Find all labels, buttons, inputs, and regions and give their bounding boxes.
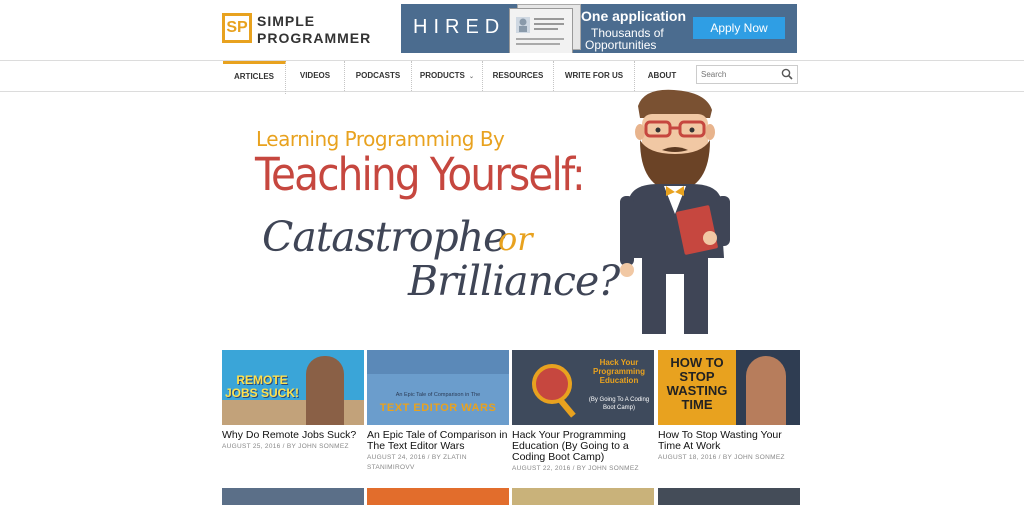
article-title[interactable]: How To Stop Wasting Your Time At Work	[658, 430, 800, 452]
thumb-subtext: An Epic Tale of Comparison in The	[395, 392, 481, 398]
nav-products[interactable]: PRODUCTS ⌄	[412, 61, 483, 91]
article-title[interactable]: Hack Your Programming Education (By Goin…	[512, 430, 654, 463]
nav-videos[interactable]: VIDEOS	[286, 61, 345, 91]
logo-text-line2: PROGRAMMER	[257, 30, 372, 46]
bearded-man-illustration	[620, 89, 730, 334]
search-box	[696, 65, 798, 84]
nav-resources[interactable]: RESOURCES	[483, 61, 554, 91]
logo-mark: SP	[222, 13, 252, 43]
article-title[interactable]: An Epic Tale of Comparison in The Text E…	[367, 430, 509, 452]
ad-subline-2: Opportunities	[585, 38, 657, 52]
main-nav: ARTICLES VIDEOS PODCASTS PRODUCTS ⌄ RESO…	[0, 60, 1024, 94]
magnifier-icon	[532, 364, 572, 404]
thumb-text: Hack Your Programming Education	[592, 358, 645, 385]
nav-podcasts[interactable]: PODCASTS	[345, 61, 412, 91]
article-meta: AUGUST 18, 2016 / BY JOHN SONMEZ	[658, 454, 785, 461]
article-meta: AUGUST 24, 2016 / BY ZLATIN	[367, 454, 467, 461]
article-thumbnail[interactable]	[367, 488, 509, 505]
thumb-person	[306, 356, 344, 425]
ad-brand: HIRED	[413, 16, 506, 38]
chevron-down-icon: ⌄	[469, 74, 475, 80]
apply-now-button[interactable]: Apply Now	[693, 17, 785, 39]
thumb-text: TEXT EDITOR WARS	[379, 402, 497, 414]
article-thumbnail[interactable]	[658, 488, 800, 505]
ad-headline: One application	[581, 8, 687, 24]
magnifier-handle	[558, 398, 576, 418]
thumb-subtext: (By Going To A Coding Boot Camp)	[588, 397, 650, 411]
article-meta: AUGUST 22, 2016 / BY JOHN SONMEZ	[512, 465, 639, 472]
hero-title-line4: Brilliance?	[408, 257, 620, 305]
logo-text-line1: SIMPLE	[257, 13, 316, 29]
article-meta-author: STANIMIROVV	[367, 464, 415, 471]
article-title[interactable]: Why Do Remote Jobs Suck?	[222, 430, 364, 441]
article-thumbnail[interactable]	[222, 488, 364, 505]
hero-title-line2: Teaching Yourself:	[255, 148, 586, 201]
article-thumbnail[interactable]	[512, 488, 654, 505]
search-input[interactable]	[701, 67, 781, 82]
article-thumbnail[interactable]: Hack Your Programming Education (By Goin…	[512, 350, 654, 425]
hero-title-or: or	[498, 220, 533, 258]
resume-icon	[509, 8, 573, 53]
nav-about[interactable]: ABOUT	[635, 61, 689, 91]
thumb-band	[367, 350, 509, 374]
thumb-person	[746, 356, 786, 425]
article-thumbnail[interactable]: An Epic Tale of Comparison in The TEXT E…	[367, 350, 509, 425]
article-meta: AUGUST 25, 2016 / BY JOHN SONMEZ	[222, 443, 349, 450]
article-thumbnail[interactable]: HOW TO STOP WASTING TIME	[658, 350, 800, 425]
site-logo[interactable]: SP SIMPLE PROGRAMMER	[222, 11, 372, 47]
nav-write-for-us[interactable]: WRITE FOR US	[554, 61, 635, 91]
search-icon[interactable]	[781, 68, 793, 80]
hired-banner-ad[interactable]: HIRED One application Thousands of Oppor…	[401, 4, 797, 53]
thumb-text: REMOTE JOBS SUCK!	[224, 373, 299, 400]
article-thumbnail[interactable]: REMOTE JOBS SUCK!	[222, 350, 364, 425]
hero-title-line3: Catastrophe	[262, 213, 507, 261]
thumb-text: HOW TO STOP WASTING TIME	[666, 355, 728, 412]
nav-products-label: PRODUCTS	[419, 71, 465, 80]
nav-articles[interactable]: ARTICLES	[223, 61, 286, 94]
